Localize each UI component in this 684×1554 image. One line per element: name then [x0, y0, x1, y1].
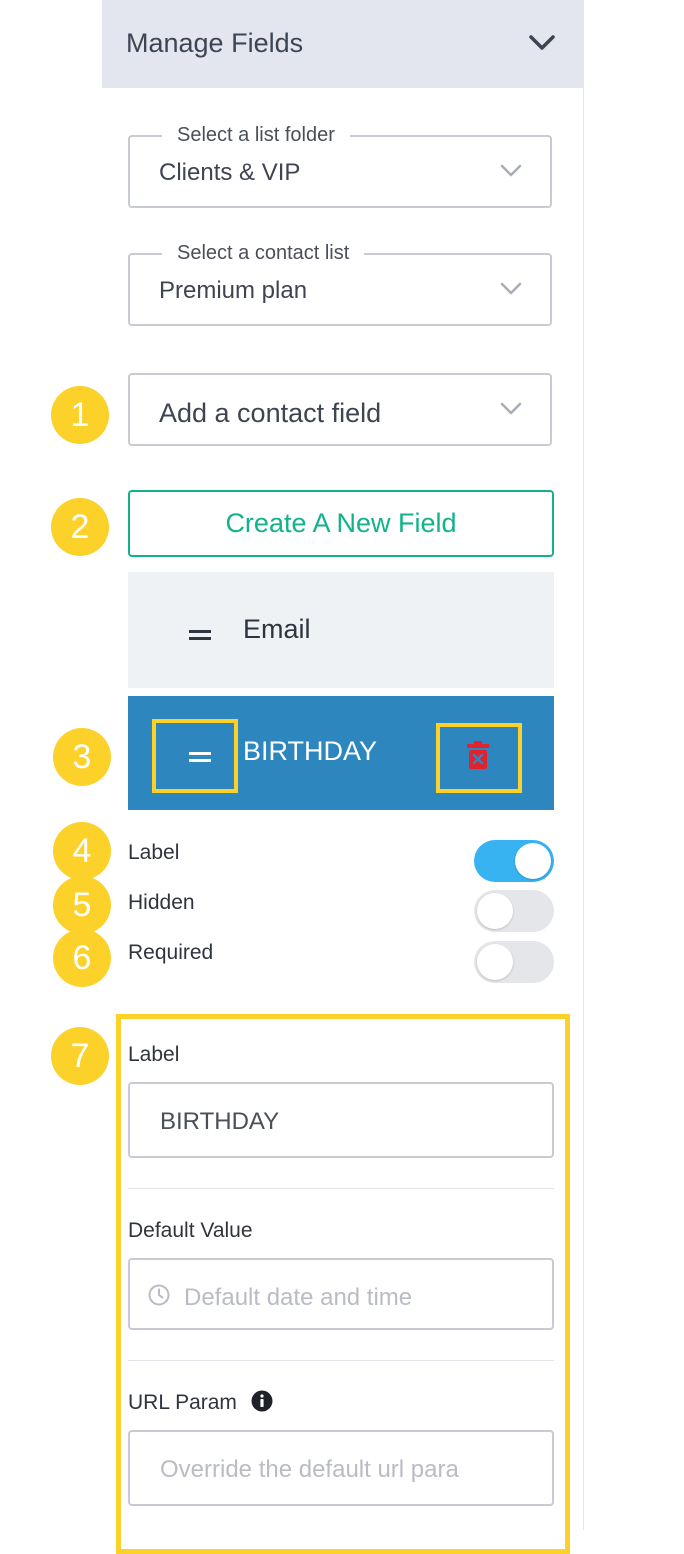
toggle-knob — [477, 893, 513, 929]
url-param-input[interactable]: Override the default url para — [128, 1430, 554, 1506]
panel-border — [583, 0, 584, 1530]
default-value-placeholder: Default date and time — [184, 1284, 413, 1311]
hidden-toggle[interactable] — [474, 890, 554, 932]
step-badge-3: 3 — [53, 728, 111, 786]
list-folder-legend: Select a list folder — [162, 123, 350, 147]
create-new-field-button[interactable]: Create A New Field — [128, 490, 554, 557]
label-input[interactable]: BIRTHDAY — [128, 1082, 554, 1158]
manage-fields-header[interactable]: Manage Fields — [102, 0, 584, 88]
step-badge-1: 1 — [51, 386, 109, 444]
contact-list-legend: Select a contact list — [162, 241, 365, 265]
divider — [128, 1188, 554, 1189]
step-badge-7: 7 — [51, 1027, 109, 1085]
url-param-title: URL Param — [128, 1391, 237, 1414]
contact-field-placeholder: Add a contact field — [159, 398, 382, 428]
contact-list-value: Premium plan — [159, 277, 308, 304]
label-setting-title: Label — [128, 1043, 180, 1066]
step-badge-2: 2 — [51, 498, 109, 556]
label-toggle-label: Label — [128, 841, 180, 864]
step-badge-6: 6 — [53, 929, 111, 987]
contact-field-select[interactable]: Add a contact field — [128, 373, 552, 446]
toggle-knob — [515, 843, 551, 879]
required-toggle-label: Required — [128, 941, 214, 964]
default-value-input[interactable]: Default date and time — [128, 1258, 554, 1330]
toggle-knob — [477, 944, 513, 980]
field-name-birthday: BIRTHDAY — [243, 736, 378, 766]
step-badge-5: 5 — [53, 876, 111, 934]
step-badge-4: 4 — [53, 822, 111, 880]
chevron-down-icon[interactable] — [529, 34, 555, 57]
panel-title: Manage Fields — [126, 28, 304, 58]
field-name-email: Email — [243, 614, 311, 644]
delete-highlight — [436, 723, 522, 793]
label-toggle[interactable] — [474, 840, 554, 882]
contact-list-select[interactable]: Select a contact list Premium plan — [128, 241, 552, 326]
list-folder-value: Clients & VIP — [159, 159, 301, 186]
divider — [128, 1360, 554, 1361]
label-input-value: BIRTHDAY — [160, 1108, 280, 1135]
drag-handle-icon[interactable] — [189, 628, 211, 646]
list-folder-select[interactable]: Select a list folder Clients & VIP — [128, 123, 552, 208]
drag-handle-highlight — [152, 719, 238, 793]
chevron-down-icon — [500, 282, 522, 301]
chevron-down-icon — [500, 402, 522, 421]
clock-icon — [148, 1284, 170, 1311]
hidden-toggle-label: Hidden — [128, 891, 195, 914]
required-toggle[interactable] — [474, 941, 554, 983]
default-value-title: Default Value — [128, 1219, 253, 1242]
url-param-placeholder: Override the default url para — [160, 1456, 459, 1483]
chevron-down-icon — [500, 164, 522, 183]
info-icon[interactable] — [251, 1390, 273, 1417]
field-row-email[interactable]: Email — [128, 572, 554, 688]
